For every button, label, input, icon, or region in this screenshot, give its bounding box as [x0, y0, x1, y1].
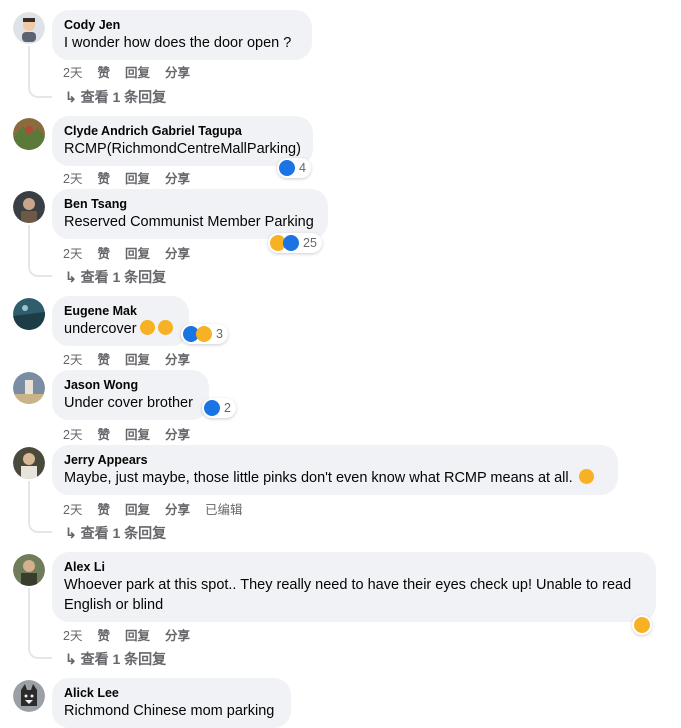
- thread-line: [28, 46, 52, 98]
- share-button[interactable]: 分享: [165, 66, 190, 80]
- timestamp[interactable]: 2天: [63, 503, 82, 517]
- timestamp[interactable]: 2天: [63, 66, 82, 80]
- comment-text: I wonder how does the door open ?: [64, 35, 292, 51]
- haha-reaction-icon: [196, 326, 212, 342]
- comment-text: English or blind: [64, 597, 164, 613]
- avatar[interactable]: [13, 447, 45, 479]
- comment-actions: 2天 赞 回复 分享: [63, 243, 205, 262]
- share-button[interactable]: 分享: [165, 172, 190, 186]
- comment-text: undercover: [64, 319, 177, 339]
- timestamp[interactable]: 2天: [63, 247, 82, 261]
- author-name[interactable]: Jerry Appears: [64, 452, 606, 468]
- comment-actions: 2天 赞 回复 分享: [63, 168, 205, 187]
- haha-reaction-icon: [634, 617, 650, 633]
- comment-text: Richmond Chinese mom parking: [64, 703, 275, 719]
- reaction-count: 2: [224, 401, 231, 415]
- avatar[interactable]: [13, 12, 45, 44]
- share-button[interactable]: 分享: [165, 353, 190, 367]
- comment-text: Under cover brother: [64, 395, 193, 411]
- reply-button[interactable]: 回复: [125, 353, 150, 367]
- comment-actions: 2天 赞 回复 分享: [63, 424, 205, 443]
- thread-line: [28, 225, 52, 277]
- reaction-summary[interactable]: [632, 615, 652, 635]
- comment-actions: 2天 赞 回复 分享: [63, 349, 205, 368]
- comment-actions: 2天 赞 回复 分享: [63, 62, 205, 81]
- view-replies-link[interactable]: ↳ 查看 1 条回复: [65, 523, 166, 543]
- reaction-summary[interactable]: 3: [181, 324, 228, 344]
- like-button[interactable]: 赞: [97, 629, 110, 643]
- share-button[interactable]: 分享: [165, 503, 190, 517]
- reaction-summary[interactable]: 2: [202, 398, 236, 418]
- comment-bubble: Jerry Appears Maybe, just maybe, those l…: [52, 445, 618, 495]
- reply-button[interactable]: 回复: [125, 503, 150, 517]
- author-name[interactable]: Cody Jen: [64, 17, 300, 33]
- author-name[interactable]: Jason Wong: [64, 377, 197, 393]
- reply-button[interactable]: 回复: [125, 172, 150, 186]
- edited-label[interactable]: 已编辑: [205, 503, 243, 517]
- avatar[interactable]: [13, 372, 45, 404]
- like-reaction-icon: [283, 235, 299, 251]
- thread-line: [28, 481, 52, 533]
- reply-button[interactable]: 回复: [125, 66, 150, 80]
- author-name[interactable]: Eugene Mak: [64, 303, 177, 319]
- avatar[interactable]: [13, 298, 45, 330]
- like-button[interactable]: 赞: [97, 353, 110, 367]
- like-button[interactable]: 赞: [97, 428, 110, 442]
- reaction-summary[interactable]: 4: [277, 158, 311, 178]
- comment-text: Reserved Communist Member Parking: [64, 214, 314, 230]
- view-replies-link[interactable]: ↳ 查看 1 条回复: [65, 267, 166, 287]
- share-button[interactable]: 分享: [165, 629, 190, 643]
- comment-text: Maybe, just maybe, those little pinks do…: [64, 468, 606, 488]
- like-reaction-icon: [204, 400, 220, 416]
- timestamp[interactable]: 2天: [63, 353, 82, 367]
- share-button[interactable]: 分享: [165, 428, 190, 442]
- author-name[interactable]: Alick Lee: [64, 685, 279, 701]
- like-button[interactable]: 赞: [97, 503, 110, 517]
- view-replies-link[interactable]: ↳ 查看 1 条回复: [65, 649, 166, 669]
- comment-bubble: Alick Lee Richmond Chinese mom parking: [52, 678, 291, 728]
- comment-text-value: undercover: [64, 321, 137, 337]
- author-name[interactable]: Ben Tsang: [64, 196, 316, 212]
- author-name[interactable]: Clyde Andrich Gabriel Tagupa: [64, 123, 301, 139]
- reaction-summary[interactable]: 25: [268, 233, 322, 253]
- timestamp[interactable]: 2天: [63, 629, 82, 643]
- comment-bubble: Cody Jen I wonder how does the door open…: [52, 10, 312, 60]
- thread-line: [28, 588, 52, 659]
- reply-button[interactable]: 回复: [125, 428, 150, 442]
- like-reaction-icon: [279, 160, 295, 176]
- avatar[interactable]: [13, 554, 45, 586]
- author-name[interactable]: Alex Li: [64, 559, 644, 575]
- comment-text: RCMP(RichmondCentreMallParking): [64, 141, 301, 157]
- comment-bubble: Eugene Mak undercover: [52, 296, 189, 346]
- laughing-emoji-icon: [157, 320, 173, 335]
- avatar[interactable]: [13, 680, 45, 712]
- reply-button[interactable]: 回复: [125, 247, 150, 261]
- like-button[interactable]: 赞: [97, 172, 110, 186]
- comment-bubble: Jason Wong Under cover brother: [52, 370, 209, 420]
- avatar[interactable]: [13, 118, 45, 150]
- reaction-count: 3: [216, 327, 223, 341]
- reaction-count: 25: [303, 236, 317, 250]
- timestamp[interactable]: 2天: [63, 172, 82, 186]
- comment-text: Whoever park at this spot.. They really …: [64, 577, 632, 593]
- view-replies-link[interactable]: ↳ 查看 1 条回复: [65, 87, 166, 107]
- comment-bubble: Clyde Andrich Gabriel Tagupa RCMP(Richmo…: [52, 116, 313, 166]
- upside-down-face-emoji-icon: [578, 469, 594, 484]
- comment-actions: 2天 赞 回复 分享 已编辑: [63, 499, 258, 518]
- comment-bubble: Alex Li Whoever park at this spot.. They…: [52, 552, 656, 622]
- share-button[interactable]: 分享: [165, 247, 190, 261]
- like-button[interactable]: 赞: [97, 66, 110, 80]
- comment-bubble: Ben Tsang Reserved Communist Member Park…: [52, 189, 328, 239]
- comment-actions: 2天 赞 回复 分享: [63, 625, 205, 644]
- sweat-smile-emoji-icon: [139, 320, 155, 335]
- comment-text-value: Maybe, just maybe, those little pinks do…: [64, 470, 573, 486]
- like-button[interactable]: 赞: [97, 247, 110, 261]
- reaction-count: 4: [299, 161, 306, 175]
- reply-button[interactable]: 回复: [125, 629, 150, 643]
- timestamp[interactable]: 2天: [63, 428, 82, 442]
- avatar[interactable]: [13, 191, 45, 223]
